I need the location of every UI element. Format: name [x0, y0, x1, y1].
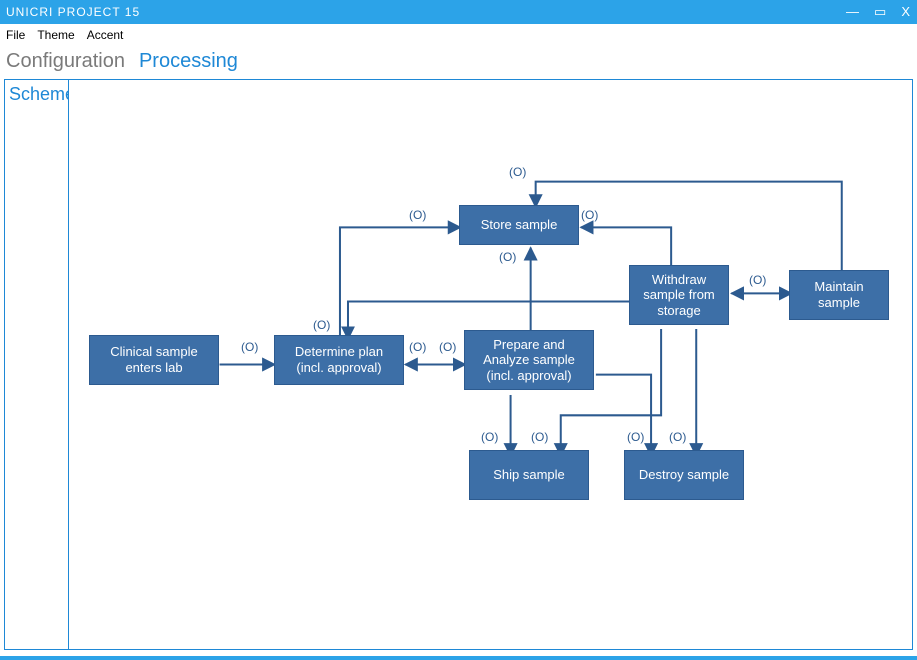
edge-label: (O) — [627, 430, 644, 444]
statusbar — [0, 656, 917, 660]
edge-label: (O) — [409, 340, 426, 354]
window-controls: — ▭ X — [846, 4, 911, 20]
node-label: Store sample — [481, 217, 558, 233]
node-label: Destroy sample — [639, 467, 729, 483]
edge-label: (O) — [439, 340, 456, 354]
menubar: File Theme Accent — [0, 24, 917, 46]
node-label: Ship sample — [493, 467, 565, 483]
menu-accent[interactable]: Accent — [87, 28, 124, 42]
tab-processing[interactable]: Processing — [139, 50, 238, 73]
menu-theme[interactable]: Theme — [37, 28, 74, 42]
edge-label: (O) — [481, 430, 498, 444]
node-store[interactable]: Store sample — [459, 205, 579, 245]
maximize-icon[interactable]: ▭ — [874, 4, 887, 20]
titlebar: UNICRI PROJECT 15 — ▭ X — [0, 0, 917, 24]
node-label: Prepare and Analyze sample (incl. approv… — [471, 337, 587, 384]
edge-label: (O) — [531, 430, 548, 444]
node-prepare[interactable]: Prepare and Analyze sample (incl. approv… — [464, 330, 594, 390]
node-label: Withdraw sample from storage — [636, 272, 722, 319]
node-withdraw[interactable]: Withdraw sample from storage — [629, 265, 729, 325]
edge-label: (O) — [499, 250, 516, 264]
node-label: Maintain sample — [796, 279, 882, 310]
minimize-icon[interactable]: — — [846, 4, 860, 20]
side-tab-scheme[interactable]: Scheme — [5, 80, 69, 649]
node-determine[interactable]: Determine plan (incl. approval) — [274, 335, 404, 385]
edge-label: (O) — [313, 318, 330, 332]
close-icon[interactable]: X — [901, 4, 911, 20]
edge-label: (O) — [241, 340, 258, 354]
node-maintain[interactable]: Maintain sample — [789, 270, 889, 320]
node-destroy[interactable]: Destroy sample — [624, 450, 744, 500]
diagram-canvas[interactable]: (O) (O) (O) (O) (O) (O) (O) (O) (O) (O) … — [69, 80, 912, 649]
edge-label: (O) — [509, 165, 526, 179]
edge-label: (O) — [409, 208, 426, 222]
node-label: Clinical sample enters lab — [96, 344, 212, 375]
menu-file[interactable]: File — [6, 28, 25, 42]
edge-label: (O) — [749, 273, 766, 287]
window-title: UNICRI PROJECT 15 — [6, 5, 140, 19]
main-tabs: Configuration Processing — [0, 46, 917, 77]
tab-configuration[interactable]: Configuration — [6, 50, 125, 73]
edge-label: (O) — [669, 430, 686, 444]
node-ship[interactable]: Ship sample — [469, 450, 589, 500]
edge-label: (O) — [581, 208, 598, 222]
workarea: Scheme — [4, 79, 913, 650]
node-clinical[interactable]: Clinical sample enters lab — [89, 335, 219, 385]
node-label: Determine plan (incl. approval) — [281, 344, 397, 375]
